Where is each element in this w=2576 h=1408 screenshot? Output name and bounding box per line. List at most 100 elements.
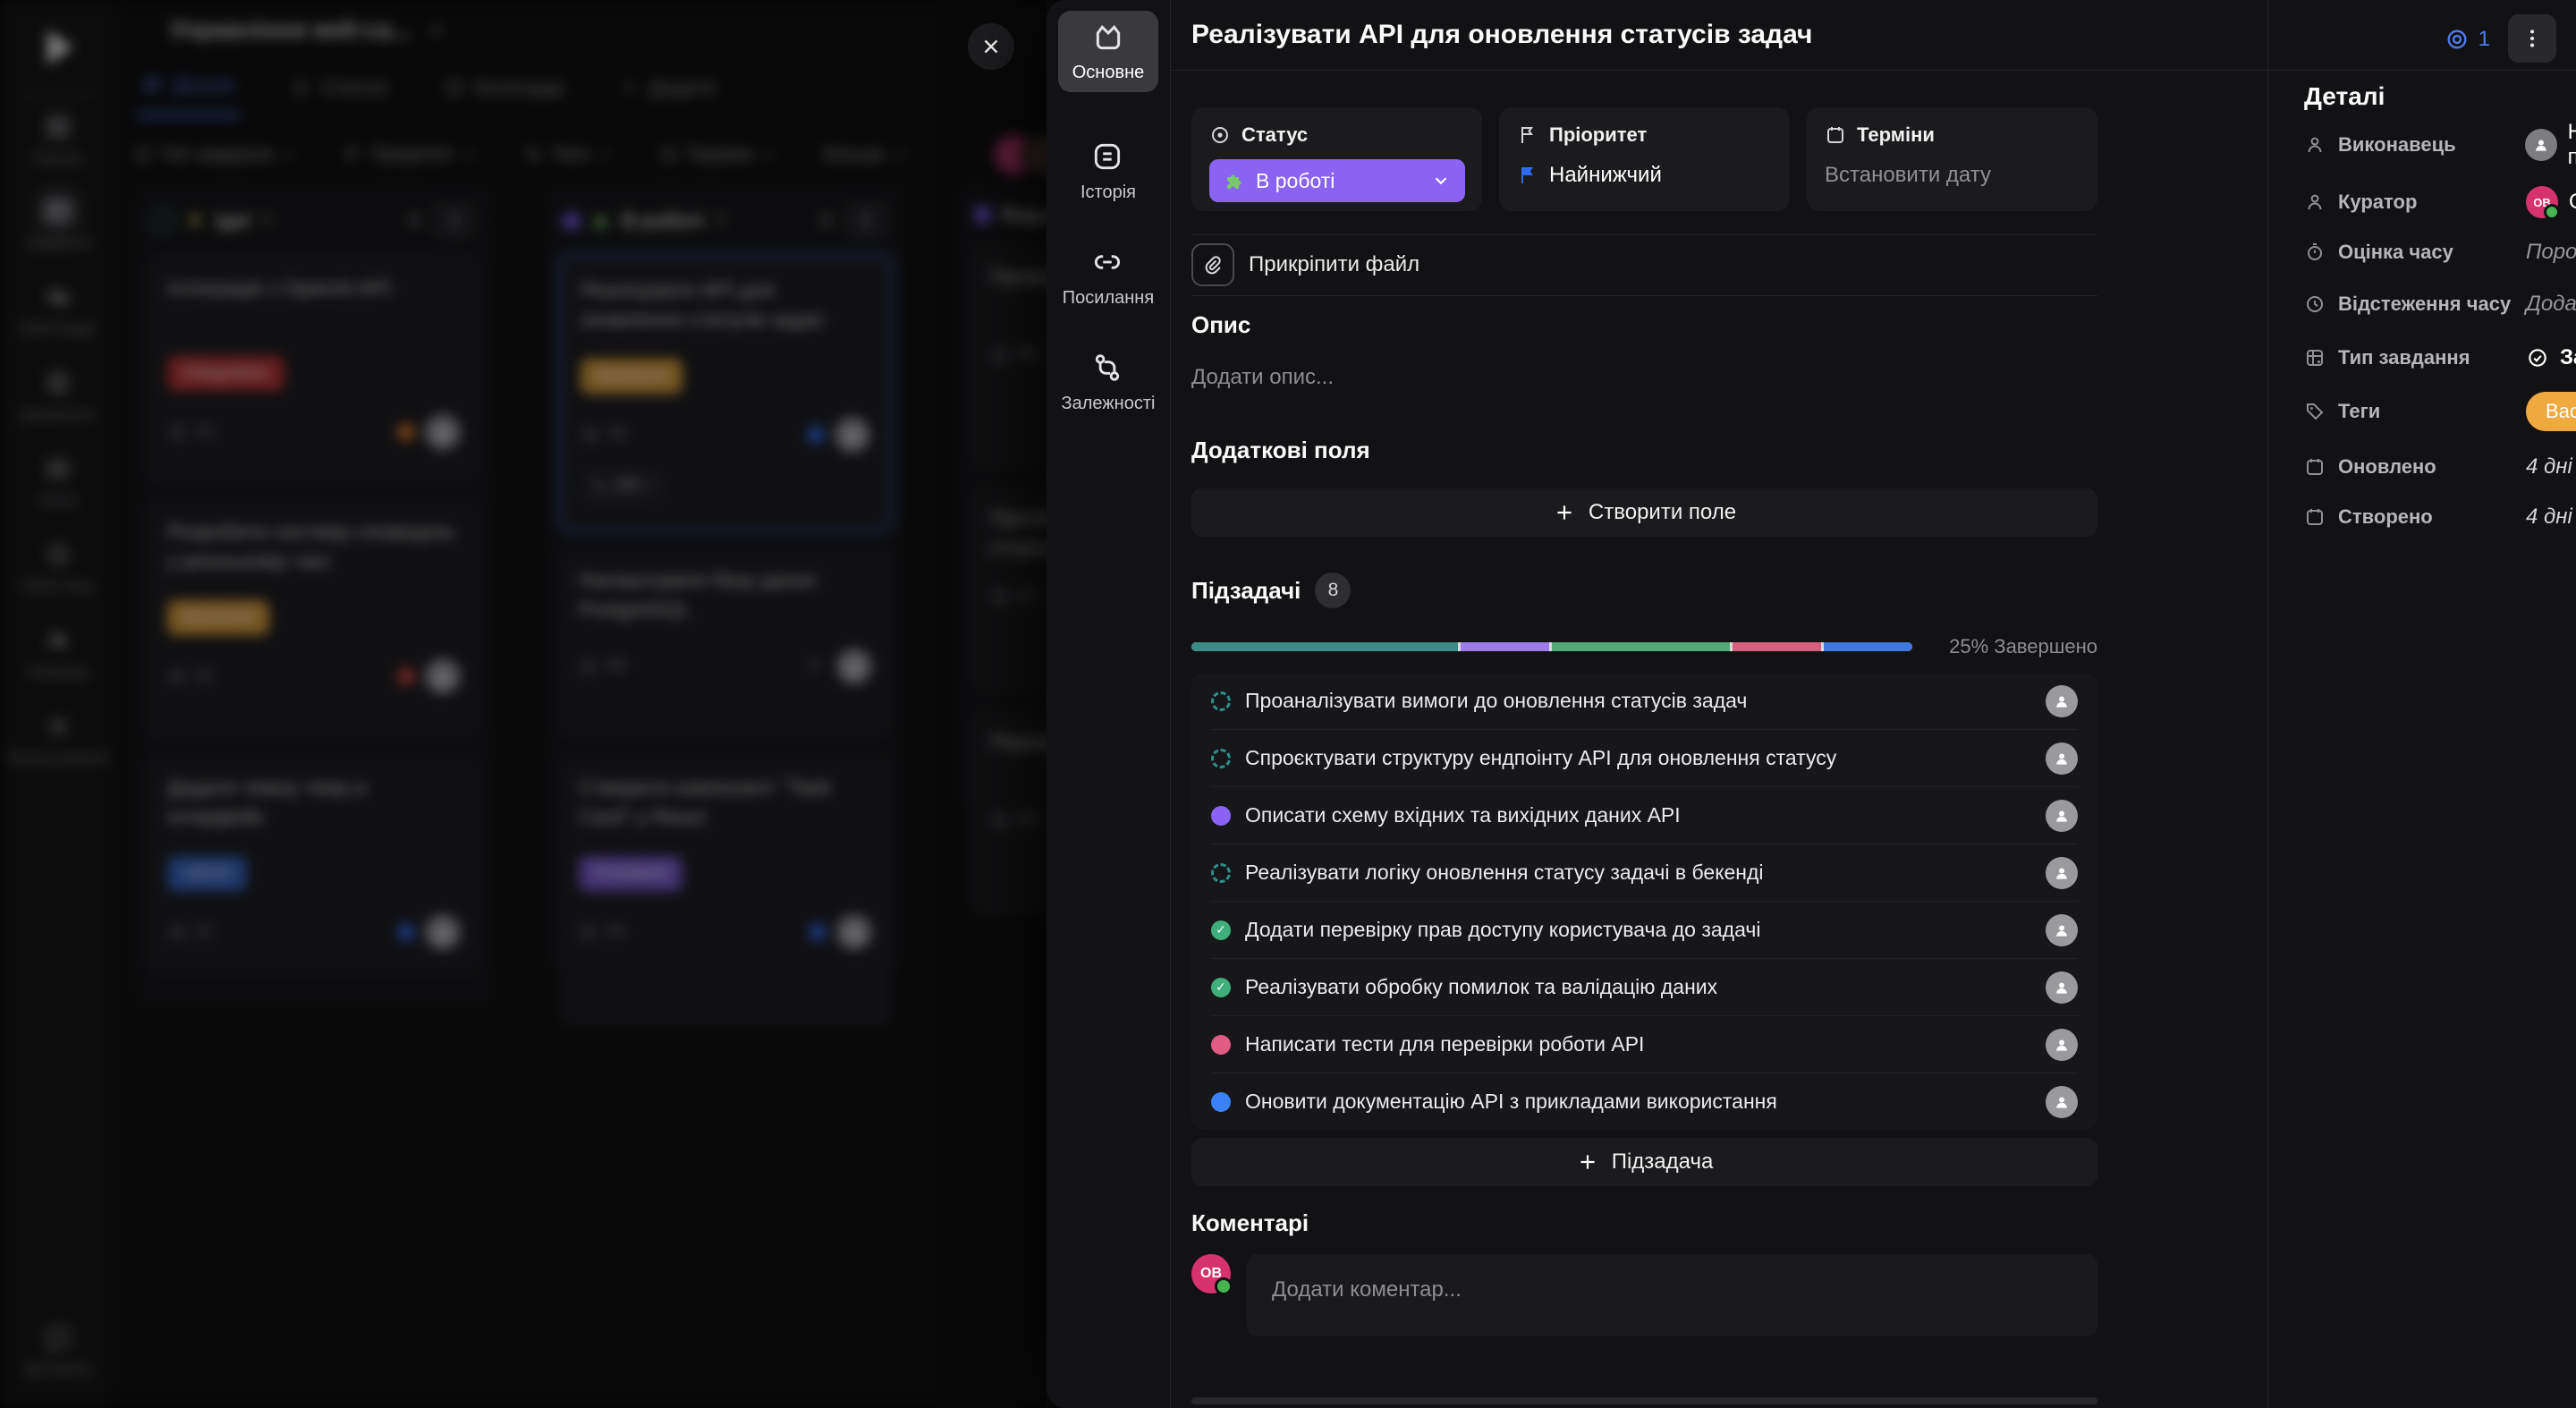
- comments-heading: Коментарі: [1191, 1209, 2097, 1237]
- attach-file-button[interactable]: Прикріпити файл: [1191, 243, 2097, 286]
- assignee-avatar[interactable]: [2046, 800, 2078, 832]
- modal-tab-links[interactable]: Посилання: [1058, 236, 1158, 318]
- status-dropdown[interactable]: В роботі: [1209, 159, 1465, 202]
- calendar-icon: [2304, 456, 2326, 478]
- custom-fields-heading: Додаткові поля: [1191, 437, 2097, 464]
- subtask-status-icon[interactable]: [1211, 978, 1231, 997]
- subtask-title: Описати схему вхідних та вихідних даних …: [1245, 803, 2031, 827]
- app-root: Панель Завдання Вайтборди Документи Кліп…: [0, 0, 2576, 1408]
- calendar-icon: [2304, 506, 2326, 528]
- detail-row-time-tracking[interactable]: Відстеження часу Додати час: [2304, 283, 2576, 326]
- subtask-row[interactable]: Описати схему вхідних та вихідних даних …: [1211, 787, 2078, 844]
- modal-tab-dependencies[interactable]: Залежності: [1058, 342, 1158, 423]
- detail-row-tags[interactable]: Теги Backend: [2304, 390, 2576, 433]
- curator-value: Олег В: [2569, 190, 2576, 215]
- modal-backdrop-overlay[interactable]: [0, 0, 1046, 1408]
- subtask-row[interactable]: Проаналізувати вимоги до оновлення стату…: [1211, 673, 2078, 730]
- subtask-row[interactable]: Написати тести для перевірки роботи API: [1211, 1016, 2078, 1073]
- curator-avatar: ОВ: [2526, 186, 2558, 218]
- subtask-status-icon[interactable]: [1211, 1092, 1231, 1112]
- detail-row-assignee[interactable]: Виконавець Не призначено: [2304, 123, 2576, 166]
- horizontal-scrollbar[interactable]: [1191, 1397, 2097, 1404]
- subtask-status-icon[interactable]: [1211, 1035, 1231, 1055]
- status-field-card: Статус В роботі: [1191, 107, 1482, 211]
- person-icon: [2304, 191, 2326, 213]
- details-panel: Деталі Виконавець Не призначено Куратор …: [2267, 0, 2576, 1408]
- description-input[interactable]: Додати опис...: [1191, 365, 2097, 390]
- unassigned-avatar: [2525, 129, 2557, 161]
- subtask-title: Реалізувати обробку помилок та валідацію…: [1245, 975, 2031, 999]
- modal-tab-history[interactable]: Історія: [1058, 131, 1158, 212]
- modal-tab-label: Посилання: [1063, 288, 1154, 309]
- subtask-row[interactable]: Реалізувати обробку помилок та валідацію…: [1211, 959, 2078, 1016]
- detail-row-created: Створено 4 дні тому: [2304, 496, 2576, 539]
- tag-pill-backend[interactable]: Backend: [2526, 392, 2576, 431]
- modal-tab-main[interactable]: Основне: [1058, 11, 1158, 92]
- subtask-row[interactable]: Оновити документацію API з прикладами ви…: [1211, 1073, 2078, 1130]
- subtask-row[interactable]: Реалізувати логіку оновлення статусу зад…: [1211, 844, 2078, 902]
- subtask-status-icon[interactable]: [1211, 806, 1231, 826]
- detail-row-updated: Оновлено 4 дні тому: [2304, 445, 2576, 488]
- time-estimate-value: Порожньо: [2526, 240, 2576, 265]
- detail-row-task-type[interactable]: Тип завдання Завдання: [2304, 336, 2576, 379]
- flag-blue-icon: [1517, 165, 1538, 186]
- assignee-avatar[interactable]: [2046, 685, 2078, 717]
- assignee-value: Не призначено: [2568, 120, 2576, 170]
- tag-icon: [2304, 401, 2326, 422]
- detail-row-time-estimate[interactable]: Оцінка часу Порожньо: [2304, 231, 2576, 274]
- attach-file-label: Прикріпити файл: [1249, 252, 1419, 277]
- progress-segment-purple: [1461, 642, 1549, 651]
- close-modal-button[interactable]: [968, 23, 1014, 70]
- subtask-status-icon[interactable]: [1211, 863, 1231, 883]
- assignee-avatar[interactable]: [2046, 742, 2078, 775]
- subtask-status-icon[interactable]: [1211, 691, 1231, 711]
- crown-icon: [1090, 20, 1126, 55]
- assignee-avatar[interactable]: [2046, 971, 2078, 1004]
- assignee-avatar[interactable]: [2046, 914, 2078, 946]
- progress-segment-green: [1552, 642, 1730, 651]
- subtask-list: Проаналізувати вимоги до оновлення стату…: [1191, 673, 2097, 1130]
- modal-tab-label: Залежності: [1062, 394, 1156, 414]
- subtask-row[interactable]: Спроєктувати структуру ендпоінту API для…: [1211, 730, 2078, 787]
- comment-input[interactable]: Додати коментар...: [1247, 1254, 2097, 1336]
- priority-value: Найнижчий: [1549, 163, 1662, 188]
- progress-segment-pink: [1733, 642, 1821, 651]
- online-status-dot: [1215, 1277, 1233, 1295]
- assignee-avatar[interactable]: [2046, 1029, 2078, 1061]
- divider: [1191, 295, 2097, 296]
- dates-field-label: Терміни: [1857, 123, 1935, 147]
- calendar-icon: [1825, 124, 1846, 146]
- task-detail-modal: Основне Історія Посилання Залежності 1: [1046, 0, 2576, 1408]
- subtasks-count-badge: 8: [1315, 573, 1351, 608]
- progress-segment-teal: [1191, 642, 1458, 651]
- subtask-title: Проаналізувати вимоги до оновлення стату…: [1245, 689, 2031, 713]
- subtask-title: Спроєктувати структуру ендпоінту API для…: [1245, 746, 2031, 770]
- subtask-status-icon[interactable]: [1211, 920, 1231, 940]
- add-subtask-button[interactable]: Підзадача: [1191, 1138, 2097, 1186]
- subtask-title: Оновити документацію API з прикладами ви…: [1245, 1090, 2031, 1114]
- create-field-button[interactable]: Створити поле: [1191, 488, 2097, 537]
- dates-placeholder: Встановити дату: [1825, 163, 1991, 188]
- subtasks-progress-bar: [1191, 642, 1912, 651]
- current-user-avatar: ОВ: [1191, 1254, 1231, 1293]
- assignee-avatar[interactable]: [2046, 1086, 2078, 1118]
- close-icon: [979, 35, 1003, 58]
- subtask-row[interactable]: Додати перевірку прав доступу користувач…: [1211, 902, 2078, 959]
- priority-value-row[interactable]: Найнижчий: [1517, 163, 1772, 188]
- description-heading: Опис: [1191, 311, 2097, 339]
- plus-icon: [1576, 1150, 1599, 1174]
- status-field-label: Статус: [1241, 123, 1308, 147]
- progress-segment-blue: [1824, 642, 1912, 651]
- dates-value-row[interactable]: Встановити дату: [1825, 163, 2080, 188]
- subtasks-heading: Підзадачі: [1191, 577, 1301, 605]
- details-heading: Деталі: [2304, 82, 2385, 111]
- priority-field-label: Пріоритет: [1549, 123, 1647, 147]
- detail-row-curator[interactable]: Куратор ОВОлег В: [2304, 181, 2576, 224]
- subtask-status-icon[interactable]: [1211, 749, 1231, 768]
- assignee-avatar[interactable]: [2046, 857, 2078, 889]
- chevron-down-icon: [1431, 171, 1451, 191]
- task-type-value: Завдання: [2560, 345, 2576, 370]
- task-type-grid-icon: [2304, 347, 2326, 369]
- person-icon: [2304, 134, 2326, 156]
- puzzle-icon: [1224, 170, 1245, 191]
